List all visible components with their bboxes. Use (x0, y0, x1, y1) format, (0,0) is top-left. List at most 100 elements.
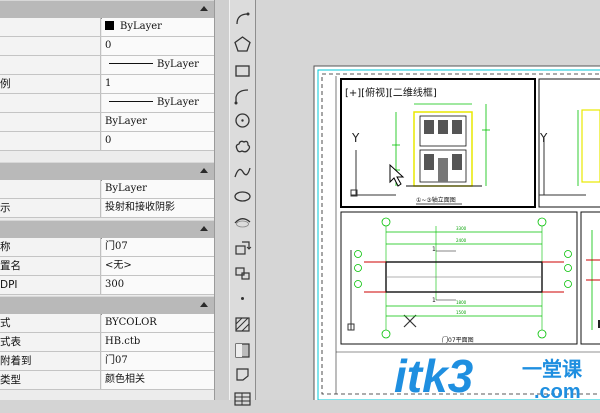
insert-block-tool-button[interactable] (232, 238, 253, 259)
property-label: 例 (0, 75, 101, 93)
table-tool-button[interactable] (232, 388, 253, 409)
ellipse-arc-tool-button[interactable] (232, 212, 253, 233)
collapse-arrow-icon[interactable] (200, 226, 208, 231)
property-value[interactable]: HB.ctb (102, 333, 214, 351)
property-value[interactable]: BYCOLOR (102, 314, 214, 332)
point-icon (241, 297, 244, 300)
property-row[interactable]: 式 BYCOLOR (0, 314, 214, 333)
property-row[interactable]: 置名 <无> (0, 257, 214, 276)
circle-icon (235, 113, 250, 128)
property-value[interactable]: 投射和接收阴影 (102, 199, 214, 217)
property-row[interactable]: 0 (0, 132, 214, 151)
property-value-text: ByLayer (105, 116, 147, 127)
collapse-arrow-icon[interactable] (200, 302, 208, 307)
property-value-text: BYCOLOR (105, 317, 157, 328)
section-header-3d-visualization[interactable] (0, 162, 214, 181)
property-value-text: ByLayer (157, 97, 199, 108)
svg-text:1: 1 (432, 246, 436, 253)
property-label (0, 180, 101, 198)
property-label: 置名 (0, 257, 101, 275)
property-value-text: 门07 (105, 355, 128, 366)
spline-arc-tool-button[interactable] (232, 86, 253, 107)
property-label (0, 18, 101, 36)
drawing-canvas[interactable]: [+][俯视][二维线框] Y ①~③轴立面图 Y 3300 2400 1800… (256, 0, 600, 400)
svg-text:2400: 2400 (456, 238, 467, 243)
property-value[interactable]: 门07 (102, 352, 214, 370)
property-label: 式表 (0, 333, 101, 351)
property-value[interactable]: ByLayer (102, 113, 214, 131)
linetype-preview-icon (109, 101, 153, 102)
point-tool-button[interactable] (232, 288, 253, 309)
spline-tool-button[interactable] (232, 162, 253, 183)
property-value-text: <无> (105, 260, 132, 271)
section-header-plot-style[interactable] (0, 296, 214, 315)
ellipse-tool-button[interactable] (232, 186, 253, 207)
insert-block-icon (235, 241, 252, 255)
color-swatch-icon (105, 21, 114, 30)
property-row[interactable]: 式表 HB.ctb (0, 333, 214, 352)
property-value[interactable]: 0 (102, 37, 214, 55)
property-value[interactable]: ByLayer (102, 56, 214, 74)
property-value-text: 300 (105, 279, 125, 290)
property-value[interactable]: ByLayer (102, 18, 214, 36)
ellipse-arc-icon (234, 218, 251, 228)
polygon-tool-button[interactable] (232, 34, 253, 55)
gradient-tool-button[interactable] (232, 340, 253, 361)
region-tool-button[interactable] (232, 364, 253, 385)
property-label (0, 113, 101, 131)
property-value[interactable]: ByLayer (102, 94, 214, 112)
property-row[interactable]: ByLayer (0, 18, 214, 37)
view-title-1: ①~③轴立面图 (416, 196, 456, 204)
property-row[interactable]: 称门07 (0, 238, 214, 257)
ellipse-icon (234, 191, 251, 202)
collapse-arrow-icon[interactable] (200, 168, 208, 173)
property-row[interactable]: DPI 300 (0, 276, 214, 295)
property-value-text: 0 (105, 40, 112, 51)
svg-text:3300: 3300 (456, 226, 467, 231)
property-value[interactable]: 门07 (102, 238, 214, 256)
arc-tool-button[interactable] (232, 8, 253, 29)
property-value-text: ByLayer (157, 59, 199, 70)
property-value[interactable]: 1 (102, 75, 214, 93)
drawing-workspace[interactable]: [+][俯视][二维线框] Y ①~③轴立面图 Y 3300 2400 1800… (256, 0, 600, 400)
spline-arc-icon (234, 89, 249, 105)
section-header-layout[interactable] (0, 220, 214, 239)
properties-palette: ByLayer 0 ByLayer 例 1 ByLayer ByLayer 0 ByLayer 示… (0, 0, 215, 400)
arc-icon (236, 12, 250, 25)
property-value[interactable]: <无> (102, 257, 214, 275)
revision-cloud-tool-button[interactable] (232, 136, 253, 157)
rectangle-icon (235, 65, 250, 77)
table-icon (234, 392, 251, 406)
property-value[interactable]: 颜色相关 (102, 371, 214, 389)
hatch-tool-button[interactable] (232, 314, 253, 335)
property-value-text: 1 (105, 78, 112, 89)
view-title-2: 门07平面图 (442, 336, 474, 344)
property-row[interactable]: 附着到 门07 (0, 352, 214, 371)
property-value-text: 门07 (105, 241, 128, 252)
collapse-arrow-icon[interactable] (200, 6, 208, 11)
property-row[interactable]: ByLayer (0, 113, 214, 132)
property-row[interactable]: 类型 颜色相关 (0, 371, 214, 390)
rectangle-tool-button[interactable] (232, 60, 253, 81)
property-value[interactable]: ByLayer (102, 180, 214, 198)
svg-text:itk3: itk3 (394, 350, 474, 400)
property-row[interactable]: ByLayer (0, 180, 214, 199)
linetype-preview-icon (109, 63, 153, 64)
section-header-general[interactable] (0, 0, 214, 19)
property-row[interactable]: 示投射和接收阴影 (0, 199, 214, 218)
property-value[interactable]: 300 (102, 276, 214, 294)
region-icon (236, 368, 249, 381)
property-row[interactable]: 0 (0, 37, 214, 56)
property-row[interactable]: 例1 (0, 75, 214, 94)
viewport-label[interactable]: [+][俯视][二维线框] (345, 86, 437, 99)
circle-tool-button[interactable] (232, 110, 253, 131)
make-block-tool-button[interactable] (232, 262, 253, 283)
property-value-text: 颜色相关 (105, 374, 145, 385)
property-label (0, 94, 101, 112)
property-row[interactable]: ByLayer (0, 56, 214, 75)
property-label: 附着到 (0, 352, 101, 370)
property-value[interactable]: 0 (102, 132, 214, 150)
property-label: 式 (0, 314, 101, 332)
property-row[interactable]: ByLayer (0, 94, 214, 113)
palette-scroll-strip[interactable] (215, 0, 229, 400)
